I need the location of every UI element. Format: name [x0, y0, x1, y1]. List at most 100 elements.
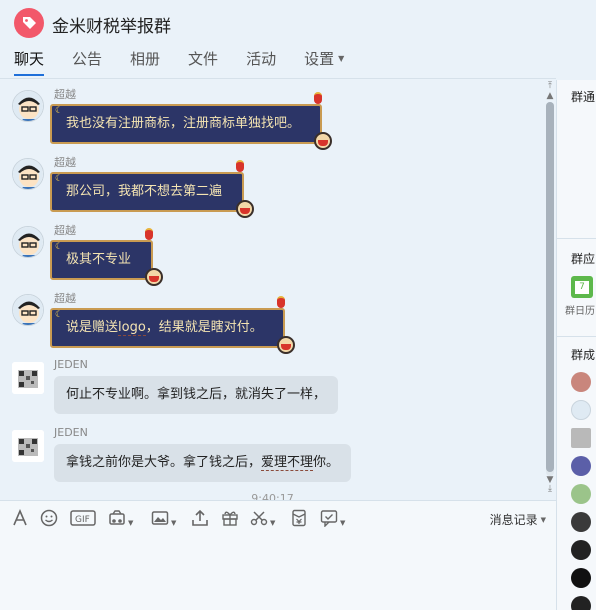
- cartoon-avatar-icon: [13, 227, 43, 257]
- tab-files-label: 文件: [188, 50, 219, 68]
- group-apps-title: 群应: [571, 252, 596, 266]
- mascot-icon: [314, 132, 333, 150]
- mascot-icon: [145, 268, 164, 286]
- tab-activity[interactable]: 活动: [232, 48, 290, 78]
- message-text-part: ，结果就是瞎对付。: [145, 320, 263, 335]
- scissors-camera-glyph: [109, 510, 125, 525]
- upload-glyph: [192, 509, 208, 526]
- message-text: 极其不专业: [66, 252, 132, 267]
- sender-name: JEDEN: [54, 358, 88, 371]
- message-bubble[interactable]: ☾ 那公司，我都不想去第二遍: [50, 160, 255, 218]
- mascot-icon: [276, 336, 295, 354]
- avatar[interactable]: [12, 430, 44, 462]
- tab-album[interactable]: 相册: [116, 48, 174, 78]
- smile-glyph: [40, 509, 58, 527]
- gift-icon[interactable]: [221, 509, 239, 529]
- image-icon[interactable]: ▼: [151, 509, 176, 529]
- message-text: 那公司，我都不想去第二遍: [66, 184, 223, 199]
- more-apps-icon[interactable]: ▼: [320, 509, 345, 529]
- member-avatar[interactable]: [571, 400, 591, 420]
- moon-icon: ☾: [55, 174, 64, 184]
- sender-name: 超越: [54, 224, 76, 237]
- member-avatar[interactable]: [571, 428, 591, 448]
- member-avatar[interactable]: [571, 540, 591, 560]
- calendar-icon[interactable]: [571, 276, 593, 298]
- message-bubble[interactable]: ☾ 说是赠送logo，结果就是瞎对付。: [50, 296, 295, 354]
- message-bubble[interactable]: ☾ 我也没有注册商标，注册商标单独找吧。: [50, 92, 333, 150]
- avatar[interactable]: [12, 294, 44, 326]
- scroll-bottom-icon[interactable]: ⤓: [545, 485, 555, 494]
- member-avatar[interactable]: [571, 456, 591, 476]
- tag-icon: [23, 17, 36, 29]
- scroll-up-icon[interactable]: ▲: [545, 92, 555, 101]
- emoji-icon[interactable]: [40, 509, 58, 529]
- message-text-part: 你。: [313, 455, 340, 470]
- envelope-yuan-glyph: [292, 509, 306, 527]
- message-bubble[interactable]: 何止不专业啊。拿到钱之后，就消失了一样，: [54, 376, 339, 414]
- tab-album-label: 相册: [130, 50, 161, 68]
- upload-icon[interactable]: [191, 509, 209, 529]
- chat-header: 金米财税举报群 聊天 公告 相册 文件 活动 设置 ▼: [0, 0, 596, 80]
- message-bubble[interactable]: ☾ 极其不专业: [50, 228, 164, 286]
- moon-icon: ☾: [55, 106, 64, 116]
- sender-name: JEDEN: [54, 426, 88, 439]
- cartoon-avatar-icon: [13, 295, 43, 325]
- group-avatar[interactable]: [14, 8, 44, 38]
- member-avatar[interactable]: [571, 596, 591, 610]
- cut-glyph: [250, 511, 268, 526]
- tab-settings[interactable]: 设置 ▼: [290, 48, 358, 78]
- member-avatar[interactable]: [571, 372, 591, 392]
- avatar[interactable]: [12, 362, 44, 394]
- tab-bar: 聊天 公告 相册 文件 活动 设置 ▼: [0, 48, 358, 78]
- message-text: 我也没有注册商标，注册商标单独找吧。: [66, 116, 301, 131]
- group-notice-title[interactable]: 群通: [571, 88, 595, 105]
- history-label: 消息记录: [489, 513, 538, 527]
- avatar[interactable]: [12, 90, 44, 122]
- gift-glyph: [222, 511, 238, 526]
- chevron-down-icon: ▼: [340, 519, 346, 527]
- group-calendar-label[interactable]: 群日历: [565, 302, 595, 317]
- qr-code-avatar-icon: [12, 430, 44, 462]
- font-glyph: [13, 508, 27, 526]
- avatar[interactable]: [12, 226, 44, 258]
- message-timestamp: 9:40:17: [251, 492, 294, 500]
- sender-name: 超越: [54, 292, 76, 305]
- message-input[interactable]: [0, 536, 556, 610]
- chevron-down-icon: ▼: [540, 516, 546, 524]
- scroll-thumb[interactable]: [546, 102, 554, 472]
- member-avatar[interactable]: [571, 512, 591, 532]
- lantern-icon: [236, 160, 245, 172]
- scissors-icon[interactable]: ▼: [250, 509, 275, 529]
- panel-divider: [557, 238, 596, 239]
- screenshot-icon[interactable]: ▼: [108, 509, 133, 529]
- tab-files[interactable]: 文件: [174, 48, 232, 78]
- font-icon[interactable]: [11, 508, 29, 529]
- right-panel: 群通 群应 群日历 群成: [556, 80, 596, 610]
- lantern-icon: [276, 296, 285, 308]
- message-history-button[interactable]: 消息记录 ▼: [490, 511, 546, 528]
- tab-chat[interactable]: 聊天: [0, 48, 58, 78]
- header-divider: [0, 78, 556, 79]
- tab-announcement[interactable]: 公告: [58, 48, 116, 78]
- chat-check-glyph: [320, 510, 338, 528]
- message-text-part: 拿钱之前你是大爷。拿了钱之后，: [66, 455, 262, 470]
- avatar[interactable]: [12, 158, 44, 190]
- scroll-top-icon[interactable]: ⤒: [545, 82, 555, 91]
- sender-name: 超越: [54, 88, 76, 101]
- member-avatar[interactable]: [571, 484, 591, 504]
- group-title: 金米财税举报群: [52, 17, 171, 37]
- chevron-down-icon: ▼: [338, 54, 345, 63]
- sender-name: 超越: [54, 156, 76, 169]
- panel-divider: [557, 336, 596, 337]
- member-avatar[interactable]: [571, 568, 591, 588]
- gif-icon[interactable]: GIF: [70, 509, 96, 529]
- message-list[interactable]: 超越 ☾ 我也没有注册商标，注册商标单独找吧。 超越 ☾ 那公司，我都不想去第二…: [0, 80, 545, 500]
- chat-scrollbar[interactable]: ⤒ ▲ ▼ ⤓: [544, 80, 556, 496]
- chevron-down-icon: ▼: [128, 519, 134, 527]
- mascot-icon: [236, 200, 255, 218]
- lantern-icon: [314, 92, 323, 104]
- tab-chat-label: 聊天: [14, 50, 45, 68]
- red-packet-icon[interactable]: [290, 509, 308, 529]
- gif-glyph: GIF: [70, 510, 96, 526]
- message-bubble[interactable]: 拿钱之前你是大爷。拿了钱之后，爱理不理你。: [54, 444, 352, 482]
